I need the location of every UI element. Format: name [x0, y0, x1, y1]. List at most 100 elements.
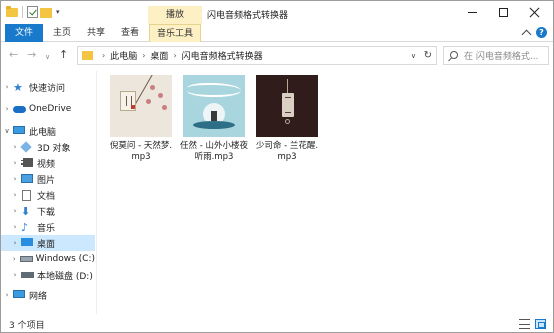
expand-arrow-icon[interactable]: › — [9, 255, 20, 263]
nav-videos[interactable]: › 视频 — [1, 155, 95, 171]
expand-arrow-icon[interactable]: › — [9, 207, 21, 215]
network-icon — [13, 289, 25, 301]
file-name: 少司命 - 兰花醒.mp3 — [255, 141, 319, 162]
drive-icon — [21, 270, 34, 281]
qat-divider — [22, 5, 23, 18]
nav-downloads[interactable]: › ⬇ 下载 — [1, 203, 95, 219]
maximize-button[interactable] — [488, 1, 518, 23]
tab-file[interactable]: 文件 — [5, 24, 43, 42]
collapse-arrow-icon[interactable]: ∨ — [1, 127, 13, 135]
tab-home[interactable]: 主页 — [47, 24, 77, 42]
nav-label: OneDrive — [29, 104, 72, 114]
video-icon — [21, 157, 33, 169]
file-name: 任然 - 山外小楼夜听雨.mp3 — [180, 141, 248, 162]
search-placeholder: 在 闪电音频格式... — [464, 52, 539, 62]
expand-arrow-icon[interactable]: › — [9, 159, 21, 167]
back-arrow-icon[interactable]: ← — [9, 49, 18, 60]
navigation-pane: › ★ 快速访问 › OneDrive ∨ 此电脑 › 3D 对象 › 视频 ›… — [1, 71, 97, 314]
tab-view[interactable]: 查看 — [115, 24, 145, 42]
nav-label: 3D 对象 — [37, 143, 71, 154]
breadcrumb-separator[interactable]: › — [102, 51, 105, 60]
tab-music-tools[interactable]: 音乐工具 — [149, 24, 201, 42]
nav-label: 下载 — [37, 207, 56, 218]
folder-icon — [82, 51, 93, 60]
title-bar: ▾ 播放 闪电音频格式转换器 — [1, 1, 553, 24]
nav-label: Windows (C:) — [35, 254, 95, 264]
nav-label: 此电脑 — [29, 127, 57, 138]
nav-documents[interactable]: › 文档 — [1, 187, 95, 203]
nav-label: 本地磁盘 (D:) — [37, 271, 93, 282]
refresh-icon[interactable]: ↻ — [424, 50, 432, 61]
minimize-icon — [467, 11, 477, 13]
search-box[interactable]: 在 闪电音频格式... — [443, 46, 549, 65]
nav-label: 文档 — [37, 191, 56, 202]
qat-dropdown-icon[interactable]: ▾ — [56, 8, 60, 16]
up-arrow-icon[interactable]: ↑ — [59, 49, 68, 60]
nav-label: 快速访问 — [29, 83, 66, 94]
download-icon: ⬇ — [21, 204, 31, 218]
file-list: 倪莫问 - 天然梦.mp3 任然 - 山外小楼夜听雨.mp3 少司命 - 兰花醒… — [98, 71, 553, 314]
nav-3d-objects[interactable]: › 3D 对象 — [1, 139, 95, 155]
nav-label: 图片 — [37, 175, 56, 186]
expand-arrow-icon[interactable]: › — [9, 191, 21, 199]
breadcrumb-desktop[interactable]: 桌面 — [150, 49, 168, 62]
nav-label: 桌面 — [37, 239, 56, 250]
nav-this-pc[interactable]: ∨ 此电脑 — [1, 123, 95, 139]
properties-icon[interactable] — [27, 5, 38, 18]
status-bar: 3 个项目 — [1, 315, 553, 332]
nav-drive-d[interactable]: › 本地磁盘 (D:) — [1, 267, 95, 283]
file-item[interactable]: 任然 - 山外小楼夜听雨.mp3 — [179, 75, 249, 163]
nav-quick-access[interactable]: › ★ 快速访问 — [1, 79, 95, 95]
item-count: 3 个项目 — [9, 321, 45, 331]
drive-icon — [19, 254, 33, 265]
breadcrumb-current-folder[interactable]: 闪电音频格式转换器 — [182, 49, 263, 62]
new-folder-icon[interactable] — [40, 7, 52, 18]
expand-arrow-icon[interactable]: › — [9, 223, 21, 231]
nav-drive-c[interactable]: › Windows (C:) — [1, 251, 95, 267]
nav-label: 音乐 — [37, 223, 56, 234]
forward-arrow-icon[interactable]: → — [27, 49, 36, 60]
pictures-icon — [21, 173, 33, 185]
recent-locations-icon[interactable]: ∨ — [45, 52, 50, 63]
music-icon: ♪ — [21, 220, 29, 234]
address-dropdown-icon[interactable]: ∨ — [411, 52, 416, 60]
expand-arrow-icon[interactable]: › — [1, 291, 13, 299]
quick-access-toolbar: ▾ — [5, 5, 60, 18]
expand-arrow-icon[interactable]: › — [9, 175, 21, 183]
close-button[interactable] — [519, 1, 549, 23]
ribbon-tabs: 文件 主页 共享 查看 音乐工具 ? — [1, 24, 553, 42]
nav-music[interactable]: › ♪ 音乐 — [1, 219, 95, 235]
nav-network[interactable]: › 网络 — [1, 287, 95, 303]
close-icon — [529, 7, 540, 18]
expand-arrow-icon[interactable]: › — [9, 143, 21, 151]
minimize-button[interactable] — [457, 1, 487, 23]
nav-label: 视频 — [37, 159, 56, 170]
documents-icon — [21, 189, 33, 201]
nav-desktop[interactable]: › 桌面 — [1, 235, 95, 251]
nav-pictures[interactable]: › 图片 — [1, 171, 95, 187]
breadcrumb-separator[interactable]: › — [173, 51, 176, 60]
expand-arrow-icon[interactable]: › — [9, 239, 21, 247]
expand-arrow-icon[interactable]: › — [1, 105, 13, 113]
context-tab-header: 播放 — [148, 6, 202, 24]
file-item[interactable]: 倪莫问 - 天然梦.mp3 — [106, 75, 176, 163]
cloud-icon — [13, 104, 26, 115]
details-view-icon[interactable] — [519, 319, 530, 329]
help-icon[interactable]: ? — [536, 27, 547, 38]
tab-share[interactable]: 共享 — [81, 24, 111, 42]
large-icons-view-icon[interactable] — [535, 319, 546, 329]
breadcrumb-separator[interactable]: › — [142, 51, 145, 60]
file-item[interactable]: 少司命 - 兰花醒.mp3 — [252, 75, 322, 163]
expand-arrow-icon[interactable]: › — [1, 83, 13, 91]
address-bar[interactable]: › 此电脑 › 桌面 › 闪电音频格式转换器 ∨ ↻ — [77, 46, 437, 65]
nav-onedrive[interactable]: › OneDrive — [1, 101, 95, 117]
breadcrumb-this-pc[interactable]: 此电脑 — [110, 49, 137, 62]
file-name: 倪莫问 - 天然梦.mp3 — [109, 141, 173, 162]
3d-objects-icon — [20, 140, 33, 153]
collapse-ribbon-icon[interactable] — [521, 29, 532, 40]
desktop-icon — [21, 237, 33, 249]
expand-arrow-icon[interactable]: › — [9, 271, 21, 279]
folder-icon — [5, 5, 18, 18]
album-art-icon — [256, 75, 318, 137]
window-title: 闪电音频格式转换器 — [207, 11, 289, 21]
